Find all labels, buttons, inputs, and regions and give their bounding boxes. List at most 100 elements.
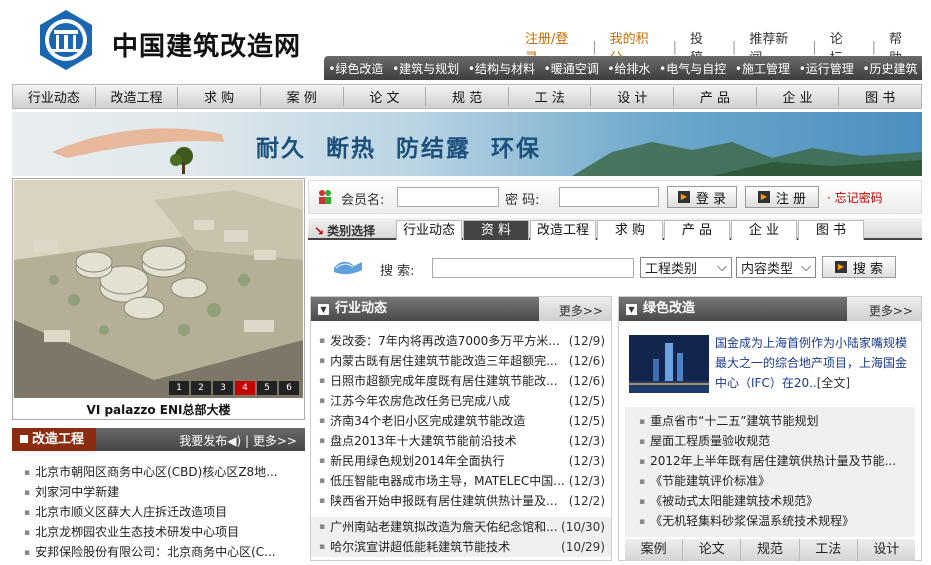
main-navigation: 行业动态 改造工程 求 购 案 例 论 文 规 范 工 法 设 计 产 品 企 … xyxy=(12,84,922,109)
book-icon xyxy=(332,254,364,281)
tab-materials[interactable]: 资 料 xyxy=(463,220,529,240)
category-label: ↘ 类别选择 xyxy=(314,224,376,238)
tab-papers[interactable]: 论文 xyxy=(683,539,742,561)
nav-products[interactable]: 产 品 xyxy=(674,87,757,106)
publish-link[interactable]: 我要发布◀) xyxy=(179,434,241,448)
list-item[interactable]: 重点省市“十二五”建筑节能规划 xyxy=(639,411,909,431)
sub-navigation: •绿色改造 •建筑与规划 •结构与材料 •暖通空调 •给排水 •电气与自控 •施… xyxy=(324,56,922,80)
industry-news-more-link[interactable]: 更多>> xyxy=(559,302,603,319)
member-name-input[interactable] xyxy=(397,187,499,207)
list-item[interactable]: 陕西省开始申报既有居住建筑供热计量及...(12/2) xyxy=(319,491,605,511)
industry-news-list: 发改委：7年内将再改造7000多万平方米...(12/9) 内蒙古既有居住建筑节… xyxy=(311,321,611,557)
slide-page-3[interactable]: 3 xyxy=(213,381,233,395)
subnav-item[interactable]: •历史建筑 xyxy=(862,60,917,77)
list-item[interactable]: 发改委：7年内将再改造7000多万平方米...(12/9) xyxy=(319,331,605,351)
arrow-down-icon: ▼ xyxy=(318,304,329,315)
tab-products[interactable]: 产 品 xyxy=(664,220,730,240)
arrow-down-right-icon: ↘ xyxy=(314,224,325,238)
nav-purchase[interactable]: 求 购 xyxy=(178,87,261,106)
subnav-item[interactable]: •施工管理 xyxy=(735,60,790,77)
banner[interactable]: 耐久 断热 防结露 环保 xyxy=(12,112,922,176)
nav-renovation-projects[interactable]: 改造工程 xyxy=(96,87,179,106)
list-item[interactable]: 北京市朝阳区商务中心区(CBD)核心区Z8地... xyxy=(24,462,300,482)
list-item[interactable]: 《无机轻集料砂浆保温系统技术规程》 xyxy=(639,511,909,531)
list-item[interactable]: 新民用绿色规划2014年全面执行(12/3) xyxy=(319,451,605,471)
subnav-item[interactable]: •暖通空调 xyxy=(544,60,599,77)
search-button[interactable]: ▶ 搜 索 xyxy=(822,256,896,278)
nav-cases[interactable]: 案 例 xyxy=(261,87,344,106)
subnav-item[interactable]: •给排水 xyxy=(607,60,650,77)
tab-books[interactable]: 图 书 xyxy=(798,220,864,240)
arrow-right-icon: ▶ xyxy=(834,261,847,273)
list-item[interactable]: 日照市超额完成年度既有居住建筑节能改...(12/6) xyxy=(319,371,605,391)
feature-slideshow: 1 2 3 4 5 6 VI palazzo ENI总部大楼 xyxy=(12,178,305,420)
nav-companies[interactable]: 企 业 xyxy=(757,87,840,106)
project-category-select[interactable]: 工程类别 ⌵ xyxy=(640,257,732,278)
list-item[interactable]: 低压智能电器成市场主导，MATELEC中国...(12/3) xyxy=(319,471,605,491)
nav-papers[interactable]: 论 文 xyxy=(344,87,427,106)
green-bottom-tabs: 案例 论文 规范 工法 设计 xyxy=(625,539,915,561)
list-item[interactable]: 刘家河中学新建 xyxy=(24,482,300,502)
arrow-right-icon: ▶ xyxy=(677,191,690,203)
industry-news-title: ▼ 行业动态 xyxy=(311,297,539,321)
projects-more-link[interactable]: 更多>> xyxy=(253,434,297,448)
industry-news-box: ▼行业动态 更多>> 发改委：7年内将再改造7000多万平方米...(12/9)… xyxy=(310,296,612,561)
slide-page-6[interactable]: 6 xyxy=(279,381,299,395)
feature-image[interactable]: 1 2 3 4 5 6 xyxy=(14,180,303,398)
list-item[interactable]: 屋面工程质量验收规范 xyxy=(639,431,909,451)
slide-page-4[interactable]: 4 xyxy=(235,381,255,395)
search-input[interactable] xyxy=(432,258,634,278)
list-item[interactable]: 江苏今年农房危改任务已完成八成(12/5) xyxy=(319,391,605,411)
tab-companies[interactable]: 企 业 xyxy=(731,220,797,240)
forgot-password-link[interactable]: · 忘记密码 xyxy=(827,189,883,206)
subnav-item[interactable]: •建筑与规划 xyxy=(392,60,459,77)
tab-renovation-projects[interactable]: 改造工程 xyxy=(530,220,596,240)
list-item[interactable]: 《节能建筑评价标准》 xyxy=(639,471,909,491)
list-item[interactable]: 广州南站老建筑拟改造为詹天佑纪念馆和...(10/30) xyxy=(319,517,605,537)
nav-design[interactable]: 设 计 xyxy=(591,87,675,106)
subnav-item[interactable]: •结构与材料 xyxy=(468,60,535,77)
category-tabs: ↘ 类别选择 行业动态 资 料 改造工程 求 购 产 品 企 业 图 书 xyxy=(308,218,922,240)
list-item[interactable]: 2012年上半年既有居住建筑供热计量及节能... xyxy=(639,451,909,471)
subnav-item[interactable]: •绿色改造 xyxy=(328,60,383,77)
login-button[interactable]: ▶ 登 录 xyxy=(667,186,737,208)
list-item[interactable]: 济南34个老旧小区完成建筑节能改造(12/5) xyxy=(319,411,605,431)
green-list: 重点省市“十二五”建筑节能规划 屋面工程质量验收规范 2012年上半年既有居住建… xyxy=(625,407,915,537)
list-item[interactable]: 《被动式太阳能建筑技术规范》 xyxy=(639,491,909,511)
subnav-item[interactable]: •电气与自控 xyxy=(659,60,726,77)
register-button[interactable]: ▶ 注 册 xyxy=(745,186,819,208)
green-more-link[interactable]: 更多>> xyxy=(869,302,913,319)
subnav-item[interactable]: •运行管理 xyxy=(799,60,854,77)
green-headline[interactable]: 国金成为上海首例作为小陆家嘴规模最大之一的综合地产项目，上海国金中心（IFC）在… xyxy=(715,333,913,393)
tab-design[interactable]: 设计 xyxy=(858,539,915,561)
banner-slogan: 耐久 断热 防结露 环保 xyxy=(256,136,542,162)
tab-standards[interactable]: 规范 xyxy=(741,539,800,561)
nav-industry-news[interactable]: 行业动态 xyxy=(13,87,96,106)
tab-methods[interactable]: 工法 xyxy=(800,539,858,561)
list-item[interactable]: 安邦保险股份有限公司：北京商务中心区(C... xyxy=(24,542,300,562)
list-item[interactable]: 内蒙古既有居住建筑节能改造三年超额完...(12/6) xyxy=(319,351,605,371)
industry-news-header: ▼ 行业动态 更多>> xyxy=(311,297,611,321)
nav-books[interactable]: 图 书 xyxy=(839,87,921,106)
nav-methods[interactable]: 工 法 xyxy=(509,87,592,106)
site-logo[interactable] xyxy=(34,8,98,72)
content-type-select[interactable]: 内容类型 ⌵ xyxy=(736,257,816,278)
tab-industry-news[interactable]: 行业动态 xyxy=(396,220,462,240)
search-label: 搜 索: xyxy=(380,264,415,279)
full-text-link[interactable]: [全文] xyxy=(817,376,850,390)
list-item[interactable]: 哈尔滨宣讲超低能耗建筑节能技术(10/29) xyxy=(319,537,605,557)
site-title[interactable]: 中国建筑改造网 xyxy=(112,26,301,63)
feature-caption[interactable]: VI palazzo ENI总部大楼 xyxy=(13,401,304,418)
older-news: 广州南站老建筑拟改造为詹天佑纪念馆和...(10/30) 哈尔滨宣讲超低能耗建筑… xyxy=(311,517,611,557)
tab-cases[interactable]: 案例 xyxy=(625,539,684,561)
slide-page-1[interactable]: 1 xyxy=(169,381,189,395)
list-item[interactable]: 北京市顺义区薛大人庄拆迁改造项目 xyxy=(24,502,300,522)
slide-page-2[interactable]: 2 xyxy=(191,381,211,395)
list-item[interactable]: 盘点2013年十大建筑节能前沿技术(12/3) xyxy=(319,431,605,451)
ifc-thumbnail[interactable] xyxy=(629,335,709,393)
nav-standards[interactable]: 规 范 xyxy=(426,87,509,106)
slide-page-5[interactable]: 5 xyxy=(257,381,277,395)
password-input[interactable] xyxy=(559,187,659,207)
list-item[interactable]: 北京龙栁园农业生态技术研发中心项目 xyxy=(24,522,300,542)
tab-purchase[interactable]: 求 购 xyxy=(597,220,663,240)
